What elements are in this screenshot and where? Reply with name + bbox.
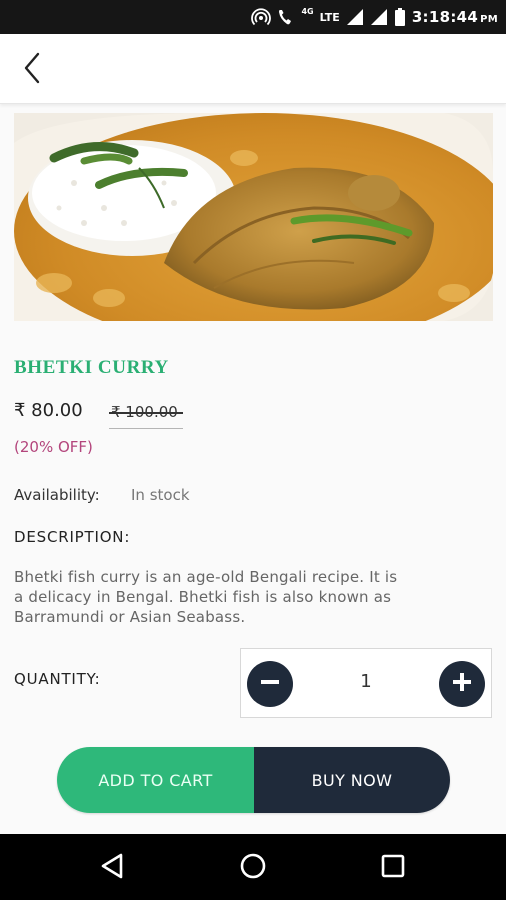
back-button[interactable]: [14, 50, 50, 90]
product-title: BHETKI CURRY: [14, 357, 169, 378]
nav-recents-button[interactable]: [373, 848, 413, 888]
hotspot-icon: [251, 7, 272, 27]
battery-icon: [394, 7, 406, 27]
discount-label: (20% OFF): [14, 438, 93, 456]
network-lte-label: LTE: [319, 10, 340, 24]
system-nav-bar: [0, 834, 506, 900]
status-bar: 4G LTE 3:18:44 PM: [0, 0, 506, 34]
price-underline: [109, 428, 183, 429]
quantity-stepper: 1: [240, 648, 492, 718]
wifi-call-icon: [277, 7, 295, 27]
nav-back-button[interactable]: [92, 848, 132, 888]
app-bar: [0, 34, 506, 104]
signal-icon: [346, 8, 364, 26]
buy-now-button[interactable]: BUY NOW: [254, 747, 450, 813]
availability-value: In stock: [131, 486, 190, 504]
decrease-quantity-button[interactable]: [247, 661, 293, 707]
chevron-left-icon: [22, 52, 42, 88]
availability-label: Availability:: [14, 486, 100, 504]
description-heading: DESCRIPTION:: [14, 528, 131, 546]
purchase-actions: ADD TO CART BUY NOW: [57, 747, 450, 813]
quantity-label: QUANTITY:: [14, 670, 101, 688]
quantity-value: 1: [360, 671, 372, 692]
circle-home-icon: [239, 852, 267, 884]
description-line: a delicacy in Bengal. Bhetki fish is als…: [14, 588, 392, 606]
product-image: [14, 113, 493, 321]
square-recents-icon: [380, 853, 406, 883]
price-strikethrough: [109, 412, 183, 414]
increase-quantity-button[interactable]: [439, 661, 485, 707]
product-price: ₹ 80.00: [14, 400, 83, 421]
description-line: Bhetki fish curry is an age-old Bengali …: [14, 568, 398, 586]
signal-icon-2: [370, 8, 388, 26]
minus-icon: [258, 670, 282, 698]
status-time: 3:18:44 PM: [411, 8, 498, 26]
description-text: Bhetki fish curry is an age-old Bengali …: [14, 567, 444, 627]
add-to-cart-button[interactable]: ADD TO CART: [57, 747, 254, 813]
network-4g-label: 4G: [301, 6, 314, 16]
plus-icon: [450, 670, 474, 698]
description-line: Barramundi or Asian Seabass.: [14, 608, 246, 626]
nav-home-button[interactable]: [233, 848, 273, 888]
triangle-back-icon: [99, 852, 125, 884]
status-icons: 4G LTE 3:18:44 PM: [251, 0, 498, 34]
fish-curry-photo: [14, 113, 493, 321]
